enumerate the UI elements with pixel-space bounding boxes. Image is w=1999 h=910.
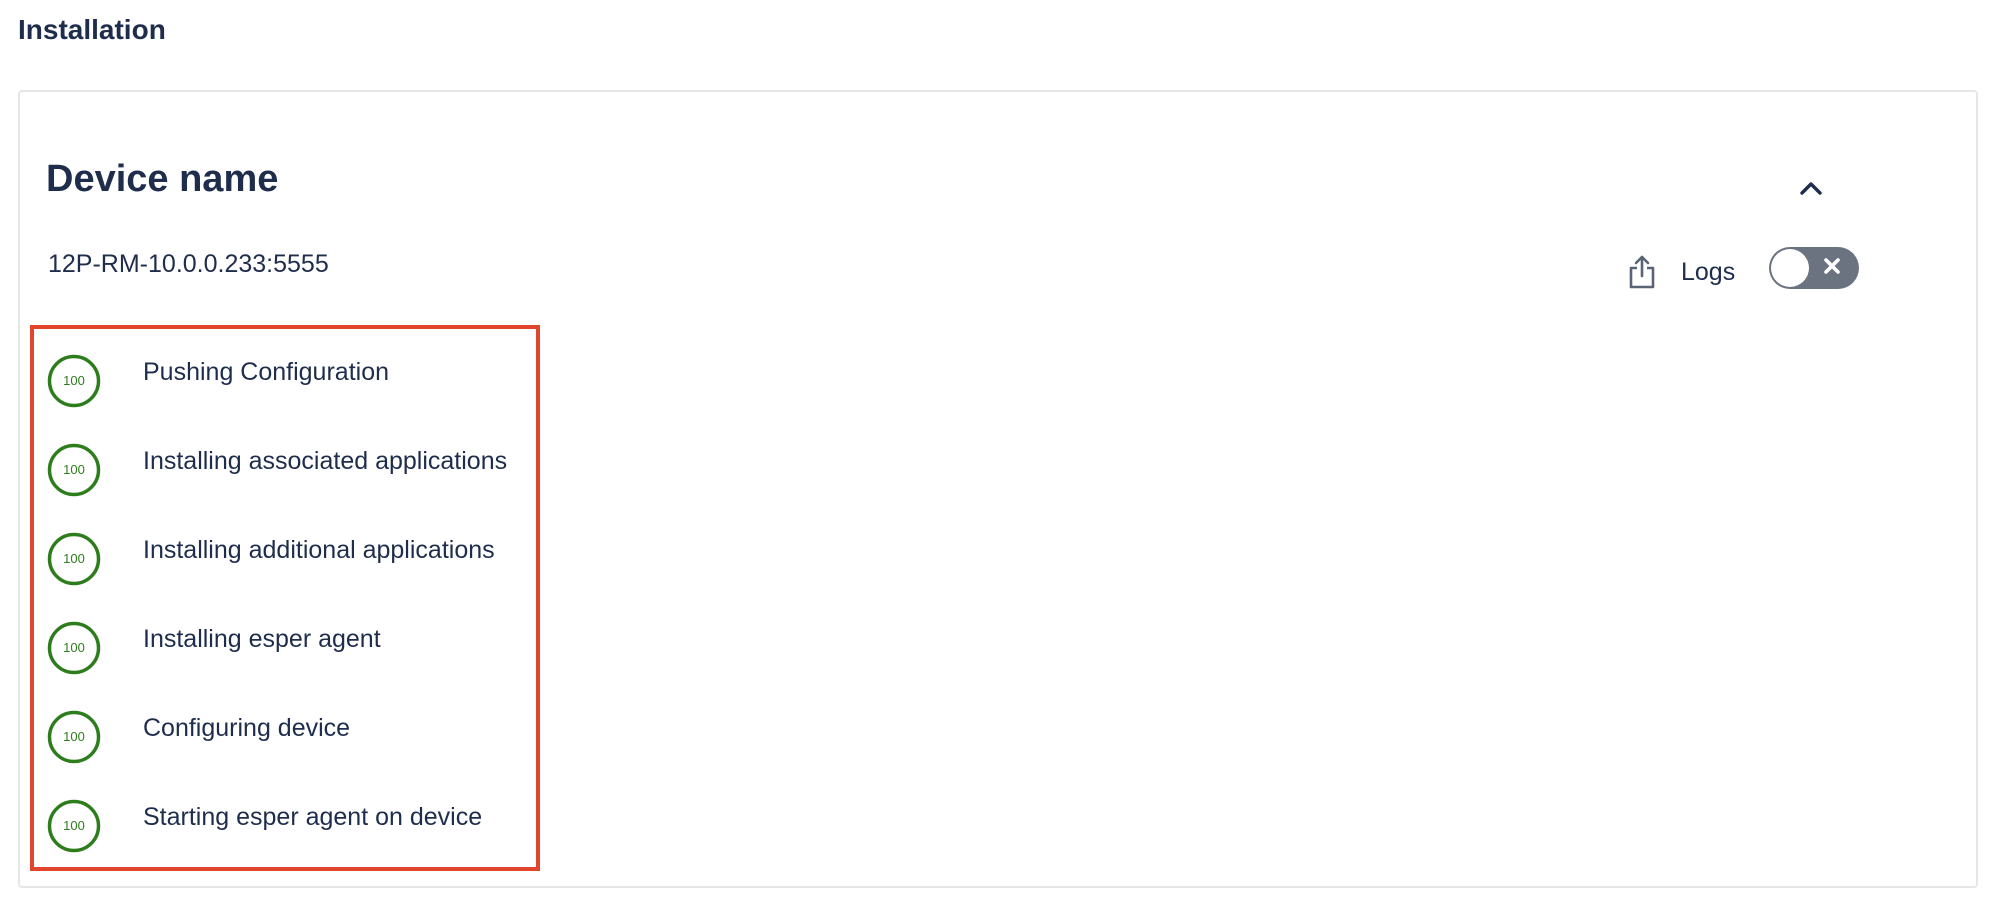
progress-value: 100 xyxy=(63,640,85,655)
step-label: Installing additional applications xyxy=(143,536,495,564)
chevron-up-icon xyxy=(1800,182,1822,195)
step-label: Installing associated applications xyxy=(143,447,508,475)
progress-value: 100 xyxy=(63,551,85,566)
logs-toggle[interactable] xyxy=(1769,247,1860,289)
device-id: 12P-RM-10.0.0.233:5555 xyxy=(48,250,329,278)
step-installing-esper-agent: 100 Installing esper agent xyxy=(46,620,526,676)
collapse-button[interactable] xyxy=(1793,170,1829,206)
progress-value: 100 xyxy=(63,373,85,388)
step-label: Installing esper agent xyxy=(143,625,381,653)
step-starting-esper-agent: 100 Starting esper agent on device xyxy=(46,798,526,854)
share-icon xyxy=(1629,255,1655,289)
page-title: Installation xyxy=(18,14,166,45)
logs-controls: Logs xyxy=(1622,244,1860,300)
step-configuring-device: 100 Configuring device xyxy=(46,709,526,765)
progress-value: 100 xyxy=(63,818,85,833)
progress-value: 100 xyxy=(63,462,85,477)
step-label: Pushing Configuration xyxy=(143,358,389,386)
logs-label: Logs xyxy=(1681,257,1736,286)
step-installing-additional-applications: 100 Installing additional applications xyxy=(46,531,526,587)
progress-value: 100 xyxy=(63,729,85,744)
device-title: Device name xyxy=(46,158,279,200)
toggle-knob xyxy=(1771,249,1810,287)
step-label: Configuring device xyxy=(143,714,351,742)
share-button[interactable] xyxy=(1622,250,1662,294)
step-pushing-configuration: 100 Pushing Configuration xyxy=(46,353,526,409)
close-icon xyxy=(1824,258,1841,274)
step-installing-associated-applications: 100 Installing associated applications xyxy=(46,442,526,498)
step-label: Starting esper agent on device xyxy=(143,803,483,831)
